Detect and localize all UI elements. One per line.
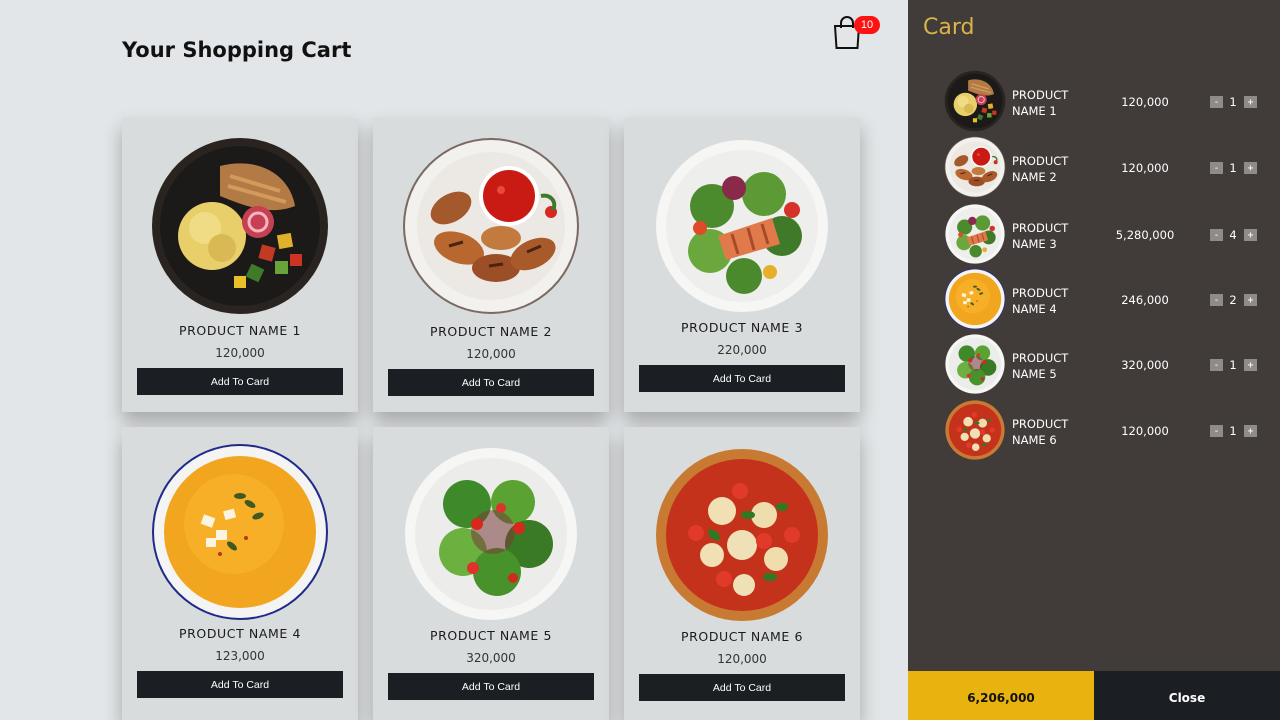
item-price: 120,000	[1121, 161, 1169, 175]
decrease-qty-button[interactable]: -	[1210, 96, 1223, 108]
increase-qty-button[interactable]: +	[1244, 229, 1257, 241]
item-name-line2: NAME 3	[1012, 237, 1057, 251]
add-to-card-button[interactable]: Add To Card	[137, 368, 343, 395]
product-card: PRODUCT NAME 2 120,000 Add To Card	[373, 118, 609, 412]
item-price: 5,280,000	[1115, 228, 1175, 242]
increase-qty-button[interactable]: +	[1244, 359, 1257, 371]
product-price: 320,000	[466, 651, 516, 665]
item-name-line2: NAME 2	[1012, 170, 1057, 184]
product-card: PRODUCT NAME 6 120,000 Add To Card	[624, 427, 860, 720]
add-to-card-button[interactable]: Add To Card	[388, 369, 594, 396]
item-name-line1: PRODUCT	[1012, 417, 1069, 431]
cart-item: PRODUCT NAME 1 120,000 - 1 +	[908, 70, 1280, 134]
cart-count-badge: 10	[854, 16, 880, 34]
item-price: 120,000	[1121, 424, 1169, 438]
item-quantity: 2	[1229, 293, 1237, 307]
product-price: 220,000	[717, 343, 767, 357]
decrease-qty-button[interactable]: -	[1210, 229, 1223, 241]
product-name: PRODUCT NAME 2	[429, 324, 553, 339]
chicken-wings-image	[401, 136, 581, 316]
product-name: PRODUCT NAME 1	[178, 323, 302, 338]
item-price: 120,000	[1121, 95, 1169, 109]
item-quantity: 4	[1229, 228, 1237, 242]
product-price: 120,000	[215, 346, 265, 360]
increase-qty-button[interactable]: +	[1244, 425, 1257, 437]
cart-item: PRODUCT NAME 2 120,000 - 1 +	[908, 136, 1280, 200]
item-quantity: 1	[1229, 358, 1237, 372]
pumpkin-soup-image	[152, 444, 328, 620]
decrease-qty-button[interactable]: -	[1210, 162, 1223, 174]
add-to-card-button[interactable]: Add To Card	[388, 673, 594, 700]
decrease-qty-button[interactable]: -	[1210, 425, 1223, 437]
salmon-salad-image	[654, 138, 830, 314]
item-quantity: 1	[1229, 424, 1237, 438]
sidebar-title: Card	[923, 15, 975, 40]
decrease-qty-button[interactable]: -	[1210, 294, 1223, 306]
item-name-line1: PRODUCT	[1012, 351, 1069, 365]
item-name-line2: NAME 1	[1012, 104, 1057, 118]
item-name-line1: PRODUCT	[1012, 286, 1069, 300]
item-name-line1: PRODUCT	[1012, 88, 1069, 102]
page-title: Your Shopping Cart	[122, 38, 352, 62]
cart-item: PRODUCT NAME 4 246,000 - 2 +	[908, 268, 1280, 332]
product-card: PRODUCT NAME 3 220,000 Add To Card	[624, 118, 860, 412]
item-name-line2: NAME 4	[1012, 302, 1057, 316]
product-name: PRODUCT NAME 3	[680, 320, 804, 335]
increase-qty-button[interactable]: +	[1244, 96, 1257, 108]
add-to-card-button[interactable]: Add To Card	[639, 365, 845, 392]
chicken-wings-thumbnail	[944, 136, 1006, 198]
green-salad-image	[405, 448, 577, 620]
item-name-line1: PRODUCT	[1012, 154, 1069, 168]
item-name-line1: PRODUCT	[1012, 221, 1069, 235]
cart-sidebar: Card PRODUCT NAME 1 120,000 - 1 + PRODUCT…	[908, 0, 1280, 720]
cart-item: PRODUCT NAME 5 320,000 - 1 +	[908, 333, 1280, 397]
rice-bowl-image	[150, 136, 330, 316]
item-price: 246,000	[1121, 293, 1169, 307]
cart-item: PRODUCT NAME 3 5,280,000 - 4 +	[908, 203, 1280, 267]
add-to-card-button[interactable]: Add To Card	[639, 674, 845, 701]
add-to-card-button[interactable]: Add To Card	[137, 671, 343, 698]
pizza-image	[656, 449, 828, 621]
product-price: 120,000	[717, 652, 767, 666]
pumpkin-soup-thumbnail	[944, 268, 1006, 330]
cart-total: 6,206,000	[908, 671, 1094, 720]
product-name: PRODUCT NAME 5	[429, 628, 553, 643]
cart-button[interactable]: 10	[832, 16, 884, 52]
item-quantity: 1	[1229, 161, 1237, 175]
product-price: 123,000	[215, 649, 265, 663]
item-quantity: 1	[1229, 95, 1237, 109]
item-name-line2: NAME 6	[1012, 433, 1057, 447]
close-button[interactable]: Close	[1094, 671, 1280, 720]
item-price: 320,000	[1121, 358, 1169, 372]
decrease-qty-button[interactable]: -	[1210, 359, 1223, 371]
product-name: PRODUCT NAME 4	[178, 626, 302, 641]
product-card: PRODUCT NAME 1 120,000 Add To Card	[122, 118, 358, 412]
salmon-salad-thumbnail	[944, 203, 1006, 265]
product-name: PRODUCT NAME 6	[680, 629, 804, 644]
cart-item: PRODUCT NAME 6 120,000 - 1 +	[908, 399, 1280, 463]
product-card: PRODUCT NAME 4 123,000 Add To Card	[122, 427, 358, 720]
increase-qty-button[interactable]: +	[1244, 162, 1257, 174]
product-price: 120,000	[466, 347, 516, 361]
pizza-thumbnail	[945, 400, 1005, 460]
rice-bowl-thumbnail	[944, 70, 1006, 132]
green-salad-thumbnail	[945, 334, 1005, 394]
increase-qty-button[interactable]: +	[1244, 294, 1257, 306]
item-name-line2: NAME 5	[1012, 367, 1057, 381]
product-card: PRODUCT NAME 5 320,000 Add To Card	[373, 427, 609, 720]
